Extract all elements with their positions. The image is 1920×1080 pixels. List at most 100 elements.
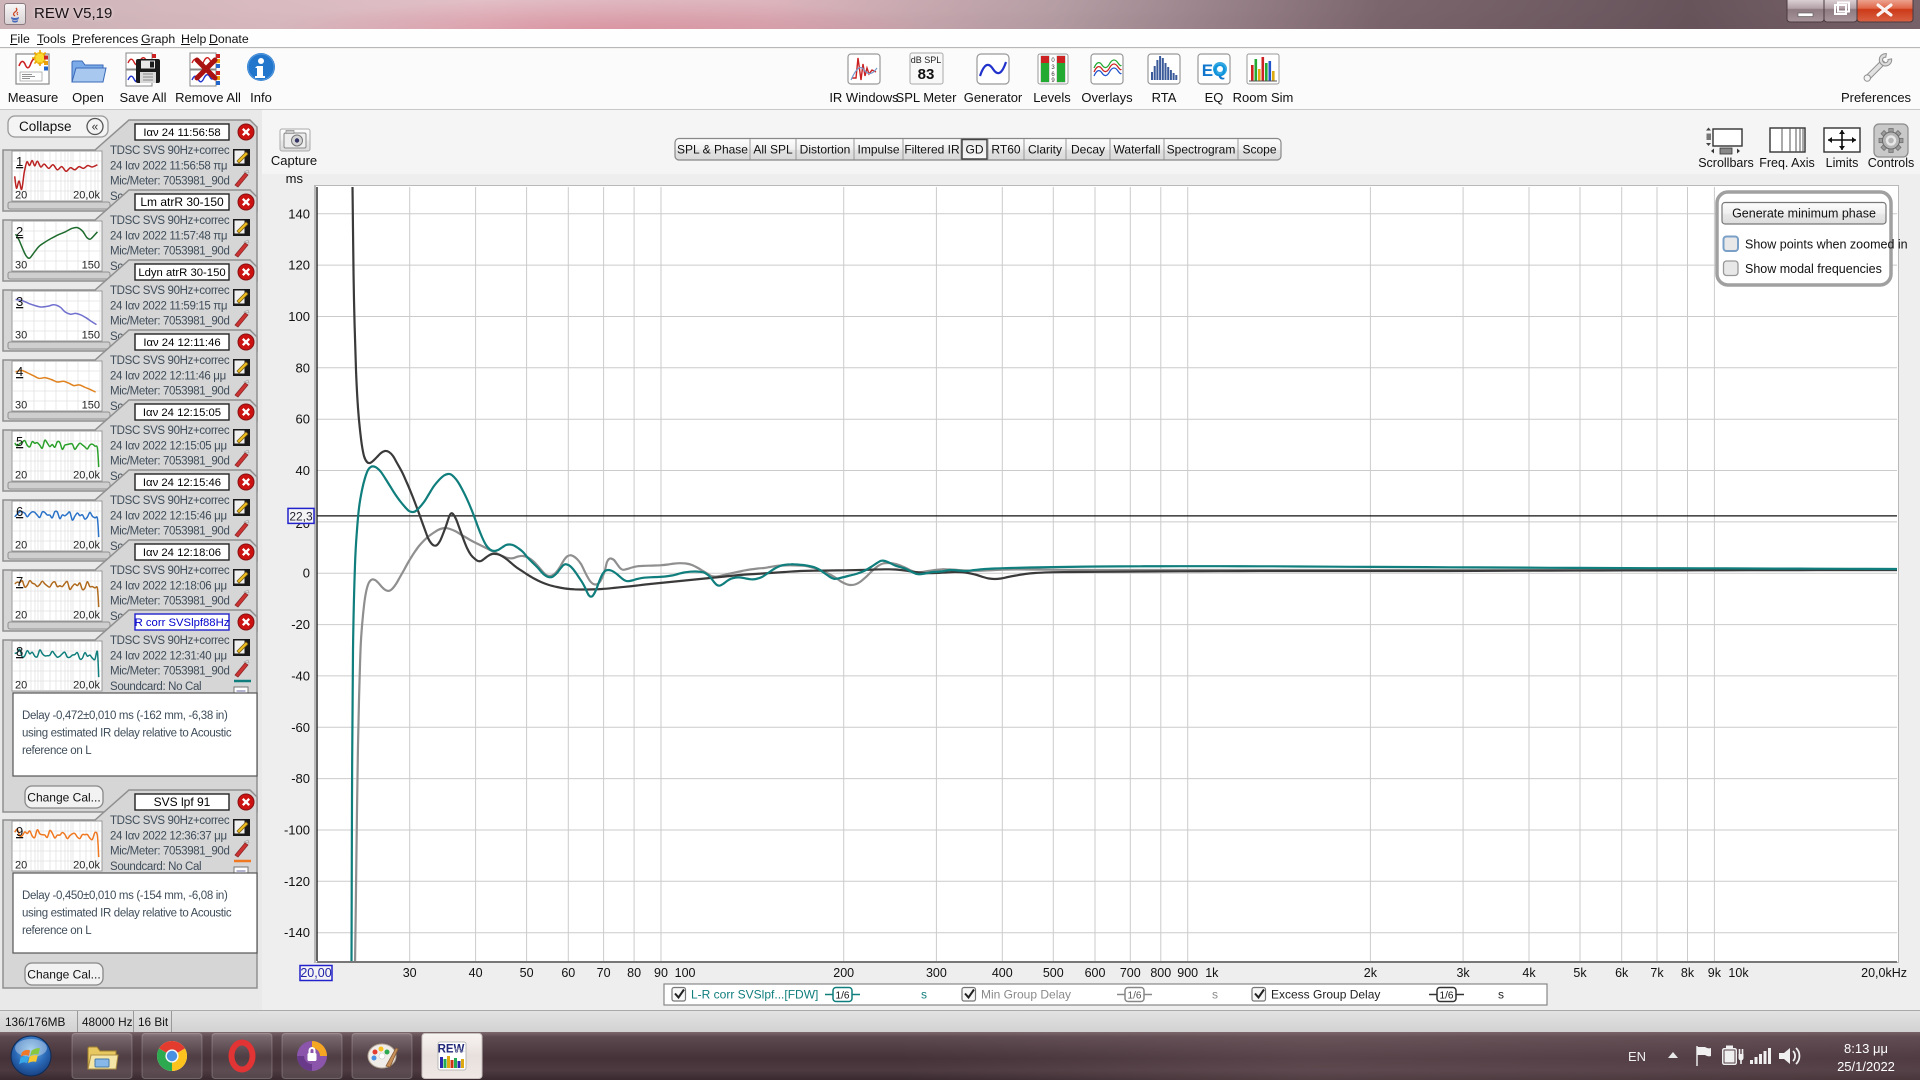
svg-text:Change Cal...: Change Cal... [27, 791, 100, 805]
svg-text:SVS lpf 91: SVS lpf 91 [154, 795, 211, 809]
svg-text:Excess Group Delay: Excess Group Delay [1271, 988, 1380, 1002]
svg-text:Save All: Save All [120, 90, 167, 105]
svg-text:4: 4 [16, 364, 23, 379]
svg-text:3k: 3k [1456, 966, 1470, 980]
svg-text:90: 90 [654, 966, 668, 980]
svg-text:TDSC SVS 90Hz+correc: TDSC SVS 90Hz+correc [110, 635, 230, 647]
svg-text:TDSC SVS 90Hz+correc: TDSC SVS 90Hz+correc [110, 285, 230, 297]
svg-text:3: 3 [16, 294, 23, 309]
svg-text:40: 40 [296, 463, 310, 478]
svg-text:20,0k: 20,0k [73, 190, 100, 202]
svg-text:4k: 4k [1522, 966, 1536, 980]
svg-text:Mic/Meter: 7053981_90d: Mic/Meter: 7053981_90d [110, 176, 230, 188]
svg-text:V5.1: V5.1 [455, 1048, 466, 1054]
svg-text:Capture: Capture [271, 153, 317, 168]
svg-text:Mic/Meter: 7053981_90d: Mic/Meter: 7053981_90d [110, 386, 230, 398]
svg-text:Freq. Axis: Freq. Axis [1759, 156, 1815, 170]
svg-text:TDSC SVS 90Hz+correc: TDSC SVS 90Hz+correc [110, 565, 230, 577]
svg-text:Min Group Delay: Min Group Delay [981, 988, 1071, 1002]
svg-text:120: 120 [288, 258, 310, 273]
svg-text:Preferences: Preferences [1841, 90, 1912, 105]
svg-text:ms: ms [286, 171, 304, 186]
svg-text:Distortion: Distortion [800, 143, 851, 157]
svg-text:7k: 7k [1650, 966, 1664, 980]
svg-text:TDSC SVS 90Hz+correc: TDSC SVS 90Hz+correc [110, 145, 230, 157]
svg-text:L-R corr SVSlpf...[FDW]: L-R corr SVSlpf...[FDW] [691, 988, 818, 1002]
svg-text:All SPL: All SPL [753, 143, 793, 157]
svg-text:using estimated IR delay relat: using estimated IR delay relative to Aco… [22, 728, 232, 740]
svg-text:150: 150 [82, 330, 100, 342]
svg-text:Mic/Meter: 7053981_90d: Mic/Meter: 7053981_90d [110, 456, 230, 468]
svg-text:RTA: RTA [1152, 90, 1177, 105]
svg-text:Mic/Meter: 7053981_90d: Mic/Meter: 7053981_90d [110, 846, 230, 858]
svg-text:100: 100 [288, 309, 310, 324]
svg-text:Remove All: Remove All [175, 90, 241, 105]
svg-text:500: 500 [1043, 966, 1064, 980]
svg-text:8: 8 [16, 644, 23, 659]
svg-text:Generator: Generator [964, 90, 1023, 105]
svg-text:Mic/Meter: 7053981_90d: Mic/Meter: 7053981_90d [110, 526, 230, 538]
svg-text:8:13 μμ: 8:13 μμ [1844, 1041, 1888, 1056]
svg-text:20: 20 [15, 540, 27, 552]
svg-text:1k: 1k [1205, 966, 1219, 980]
svg-text:Info: Info [250, 90, 272, 105]
svg-text:Decay: Decay [1071, 143, 1105, 157]
svg-text:Scrollbars: Scrollbars [1698, 156, 1754, 170]
svg-text:60: 60 [296, 412, 310, 427]
svg-text:Ιαν 24 12:15:05: Ιαν 24 12:15:05 [143, 407, 221, 419]
svg-text:24 Ιαν 2022 11:56:58 πμ: 24 Ιαν 2022 11:56:58 πμ [110, 160, 227, 172]
svg-text:Open: Open [72, 90, 104, 105]
svg-text:40: 40 [469, 966, 483, 980]
svg-text:Clarity: Clarity [1028, 143, 1062, 157]
svg-text:24 Ιαν 2022 12:18:06 μμ: 24 Ιαν 2022 12:18:06 μμ [110, 580, 227, 592]
svg-text:Impulse: Impulse [857, 143, 899, 157]
svg-text:-20: -20 [291, 617, 310, 632]
svg-text:6: 6 [16, 504, 23, 519]
svg-text:Ldyn atrR 30-150: Ldyn atrR 30-150 [138, 267, 225, 279]
svg-text:20,0k: 20,0k [73, 610, 100, 622]
svg-text:25/1/2022: 25/1/2022 [1837, 1059, 1895, 1074]
svg-text:24 Ιαν 2022 11:59:15 πμ: 24 Ιαν 2022 11:59:15 πμ [110, 300, 227, 312]
svg-text:Ιαν 24 12:18:06: Ιαν 24 12:18:06 [143, 547, 221, 559]
svg-text:Mic/Meter: 7053981_90d: Mic/Meter: 7053981_90d [110, 666, 230, 678]
svg-text:8k: 8k [1681, 966, 1695, 980]
svg-text:30: 30 [403, 966, 417, 980]
svg-text:80: 80 [296, 360, 310, 375]
svg-text:reference on L: reference on L [22, 745, 92, 757]
svg-text:«: « [92, 120, 99, 134]
svg-text:700: 700 [1120, 966, 1141, 980]
svg-text:20: 20 [15, 190, 27, 202]
svg-text:140: 140 [288, 206, 310, 221]
svg-text:70: 70 [597, 966, 611, 980]
svg-text:R corr SVSlpf88Hz: R corr SVSlpf88Hz [135, 617, 230, 629]
svg-text:TDSC SVS 90Hz+correc: TDSC SVS 90Hz+correc [110, 355, 230, 367]
svg-text:Scope: Scope [1242, 143, 1276, 157]
svg-text:400: 400 [992, 966, 1013, 980]
svg-text:24 Ιαν 2022 12:36:37 μμ: 24 Ιαν 2022 12:36:37 μμ [110, 830, 227, 842]
svg-text:20,0k: 20,0k [73, 540, 100, 552]
svg-text:2k: 2k [1364, 966, 1378, 980]
svg-text:Mic/Meter: 7053981_90d: Mic/Meter: 7053981_90d [110, 246, 230, 258]
svg-text:900: 900 [1177, 966, 1198, 980]
svg-text:24 Ιαν 2022 12:15:46 μμ: 24 Ιαν 2022 12:15:46 μμ [110, 510, 227, 522]
svg-text:Collapse: Collapse [19, 119, 72, 134]
svg-text:Overlays: Overlays [1081, 90, 1133, 105]
svg-text:22,3: 22,3 [289, 509, 313, 523]
svg-text:using estimated IR delay relat: using estimated IR delay relative to Aco… [22, 908, 232, 920]
svg-text:1/6: 1/6 [1128, 991, 1142, 1002]
svg-text:-100: -100 [284, 823, 310, 838]
svg-text:Show modal frequencies: Show modal frequencies [1745, 262, 1882, 276]
svg-text:dB SPL: dB SPL [911, 55, 942, 65]
svg-text:9k: 9k [1708, 966, 1722, 980]
svg-text:Soundcard: No Cal: Soundcard: No Cal [110, 681, 201, 693]
svg-text:20: 20 [15, 860, 27, 872]
svg-text:30: 30 [15, 400, 27, 412]
svg-text:SPL Meter: SPL Meter [896, 90, 958, 105]
svg-text:83: 83 [918, 66, 935, 83]
svg-text:9: 9 [16, 824, 23, 839]
svg-text:Spectrogram: Spectrogram [1167, 143, 1236, 157]
svg-text:24 Ιαν 2022 12:15:05 μμ: 24 Ιαν 2022 12:15:05 μμ [110, 440, 227, 452]
svg-text:0: 0 [303, 566, 310, 581]
svg-text:20,0k: 20,0k [73, 860, 100, 872]
svg-text:s: s [1212, 988, 1218, 1002]
